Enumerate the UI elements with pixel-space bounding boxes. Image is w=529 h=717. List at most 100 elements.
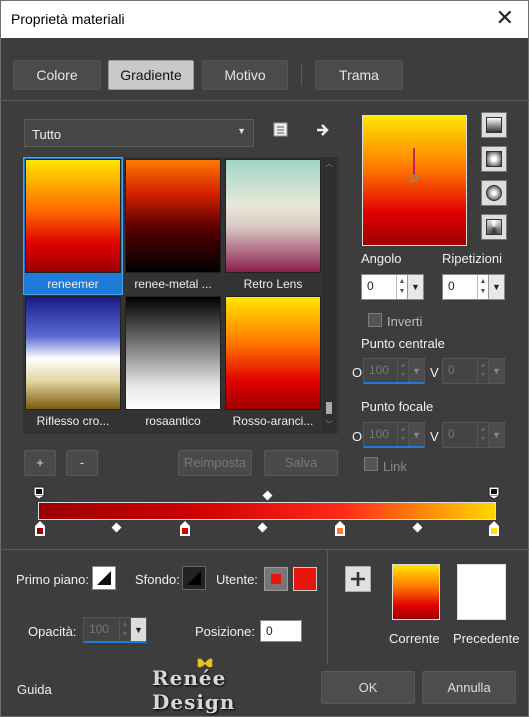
- chevron-down-icon[interactable]: ▼: [408, 359, 424, 382]
- gallery-item[interactable]: Riflesso cro...: [25, 296, 121, 428]
- tab-trama[interactable]: Trama: [315, 60, 403, 90]
- scroll-thumb[interactable]: [326, 402, 332, 414]
- gradient-thumbnail: [225, 159, 321, 273]
- previous-material-swatch[interactable]: [457, 564, 506, 620]
- spin-arrows-icon[interactable]: ▲ ▼: [477, 275, 488, 299]
- position-input[interactable]: 0: [260, 620, 302, 642]
- chevron-down-icon[interactable]: ▼: [488, 359, 504, 383]
- chevron-down-icon[interactable]: ▼: [130, 618, 146, 641]
- section-divider: [0, 549, 529, 550]
- title-bar: Proprietà materiali ✕: [0, 0, 529, 38]
- spin-arrows-icon[interactable]: ▲ ▼: [397, 359, 408, 382]
- chevron-down-icon[interactable]: ▼: [488, 423, 504, 447]
- reset-button[interactable]: Reimposta: [178, 450, 252, 476]
- color-stop[interactable]: [179, 520, 191, 538]
- gallery-item[interactable]: rosaantico: [125, 296, 221, 428]
- gallery-item[interactable]: Rosso-aranci...: [225, 296, 321, 428]
- gallery-item[interactable]: Retro Lens: [225, 159, 321, 291]
- corner-triangle-icon: [97, 571, 111, 585]
- foreground-swatch[interactable]: [92, 566, 116, 590]
- background-swatch[interactable]: [182, 566, 206, 590]
- center-o-value: 100: [369, 363, 390, 377]
- close-icon[interactable]: ✕: [496, 6, 514, 32]
- angle-handle-icon[interactable]: [407, 146, 421, 186]
- radial-gradient-style-icon[interactable]: [481, 214, 507, 240]
- position-label: Posizione:: [195, 624, 255, 639]
- tab-separator: [301, 64, 302, 86]
- opacity-value: 100: [89, 622, 110, 636]
- focal-v-value: 0: [448, 427, 455, 441]
- center-v-input[interactable]: 0 ▲ ▼ ▼: [442, 358, 505, 384]
- category-select[interactable]: Tutto ▼: [24, 119, 254, 147]
- repeats-input[interactable]: 0 ▲ ▼ ▼: [442, 274, 505, 300]
- gradient-thumbnail: [25, 296, 121, 410]
- opacity-label: Opacità:: [28, 624, 77, 639]
- center-o-input[interactable]: 100 ▲ ▼ ▼: [363, 358, 425, 384]
- tab-motivo[interactable]: Motivo: [202, 60, 288, 90]
- spin-arrows-icon[interactable]: ▲ ▼: [119, 618, 130, 641]
- gallery-item[interactable]: reneemer: [25, 159, 121, 291]
- gallery-item[interactable]: renee-metal ...: [125, 159, 221, 291]
- scroll-down-icon[interactable]: ﹀: [325, 419, 333, 430]
- category-select-value: Tutto: [32, 127, 62, 142]
- color-stop[interactable]: [488, 520, 500, 538]
- focal-o-input[interactable]: 100 ▲ ▼ ▼: [363, 422, 425, 448]
- scroll-up-icon[interactable]: ︿: [325, 158, 333, 169]
- spin-arrows-icon[interactable]: ▲ ▼: [397, 423, 408, 446]
- invert-checkbox[interactable]: [368, 313, 382, 327]
- focal-v-label: V: [430, 429, 439, 444]
- window-title: Proprietà materiali: [11, 11, 125, 27]
- color-stop[interactable]: [34, 520, 46, 538]
- remove-gradient-button[interactable]: -: [66, 450, 98, 476]
- spin-arrows-icon[interactable]: ▲ ▼: [396, 275, 407, 299]
- ok-button[interactable]: OK: [321, 671, 415, 704]
- notebook-icon[interactable]: [272, 122, 290, 138]
- gradient-gallery[interactable]: reneemer renee-metal ... Retro Lens Rifl…: [23, 157, 338, 434]
- position-value: 0: [266, 624, 273, 638]
- angle-value: 0: [367, 279, 374, 293]
- arrow-right-icon[interactable]: [314, 121, 332, 139]
- current-label: Corrente: [389, 631, 440, 646]
- linear-gradient-style-icon[interactable]: [481, 112, 507, 138]
- user-color-swatch[interactable]: [293, 567, 317, 591]
- link-checkbox[interactable]: [364, 457, 378, 471]
- center-v-label: V: [430, 365, 439, 380]
- chevron-down-icon[interactable]: ▼: [488, 275, 504, 299]
- sunburst-gradient-style-icon[interactable]: [481, 180, 507, 206]
- spin-arrows-icon[interactable]: ▲ ▼: [477, 359, 488, 383]
- chevron-down-icon[interactable]: ▼: [408, 423, 424, 446]
- transparency-stop-left-icon[interactable]: [33, 486, 45, 500]
- gallery-scrollbar[interactable]: ︿ ﹀: [322, 157, 336, 433]
- tab-gradiente[interactable]: Gradiente: [108, 60, 194, 90]
- rectangular-gradient-style-icon[interactable]: [481, 146, 507, 172]
- current-material-swatch[interactable]: [392, 564, 440, 620]
- transparency-stop-right-icon[interactable]: [488, 486, 500, 500]
- user-color-toggle[interactable]: [264, 567, 288, 591]
- chevron-down-icon[interactable]: ▼: [407, 275, 423, 299]
- save-button[interactable]: Salva: [264, 450, 338, 476]
- color-stop[interactable]: [334, 520, 346, 538]
- add-gradient-button[interactable]: +: [24, 450, 56, 476]
- angle-input[interactable]: 0 ▲ ▼ ▼: [361, 274, 424, 300]
- background-label: Sfondo:: [135, 572, 180, 587]
- spin-arrows-icon[interactable]: ▲ ▼: [477, 423, 488, 447]
- gradient-preview[interactable]: [362, 115, 467, 246]
- opacity-input[interactable]: 100 ▲ ▼ ▼: [83, 617, 147, 643]
- help-link[interactable]: Guida: [17, 682, 52, 697]
- focal-v-input[interactable]: 0 ▲ ▼ ▼: [442, 422, 505, 448]
- repeats-label: Ripetizioni: [442, 251, 502, 266]
- gradient-thumbnail: [125, 159, 221, 273]
- gallery-item-label: Retro Lens: [243, 277, 303, 291]
- plus-icon: [351, 572, 365, 586]
- add-to-swatches-button[interactable]: [345, 566, 371, 592]
- cancel-button[interactable]: Annulla: [422, 671, 516, 704]
- tab-colore[interactable]: Colore: [13, 60, 101, 90]
- angle-label: Angolo: [361, 251, 402, 266]
- gallery-item-label: reneemer: [47, 277, 99, 291]
- user-label: Utente:: [216, 572, 258, 587]
- gradient-bar[interactable]: [38, 502, 496, 520]
- corner-triangle-icon: [187, 571, 201, 585]
- focal-o-value: 100: [369, 427, 390, 441]
- center-v-value: 0: [448, 363, 455, 377]
- foreground-label: Primo piano:: [16, 572, 89, 587]
